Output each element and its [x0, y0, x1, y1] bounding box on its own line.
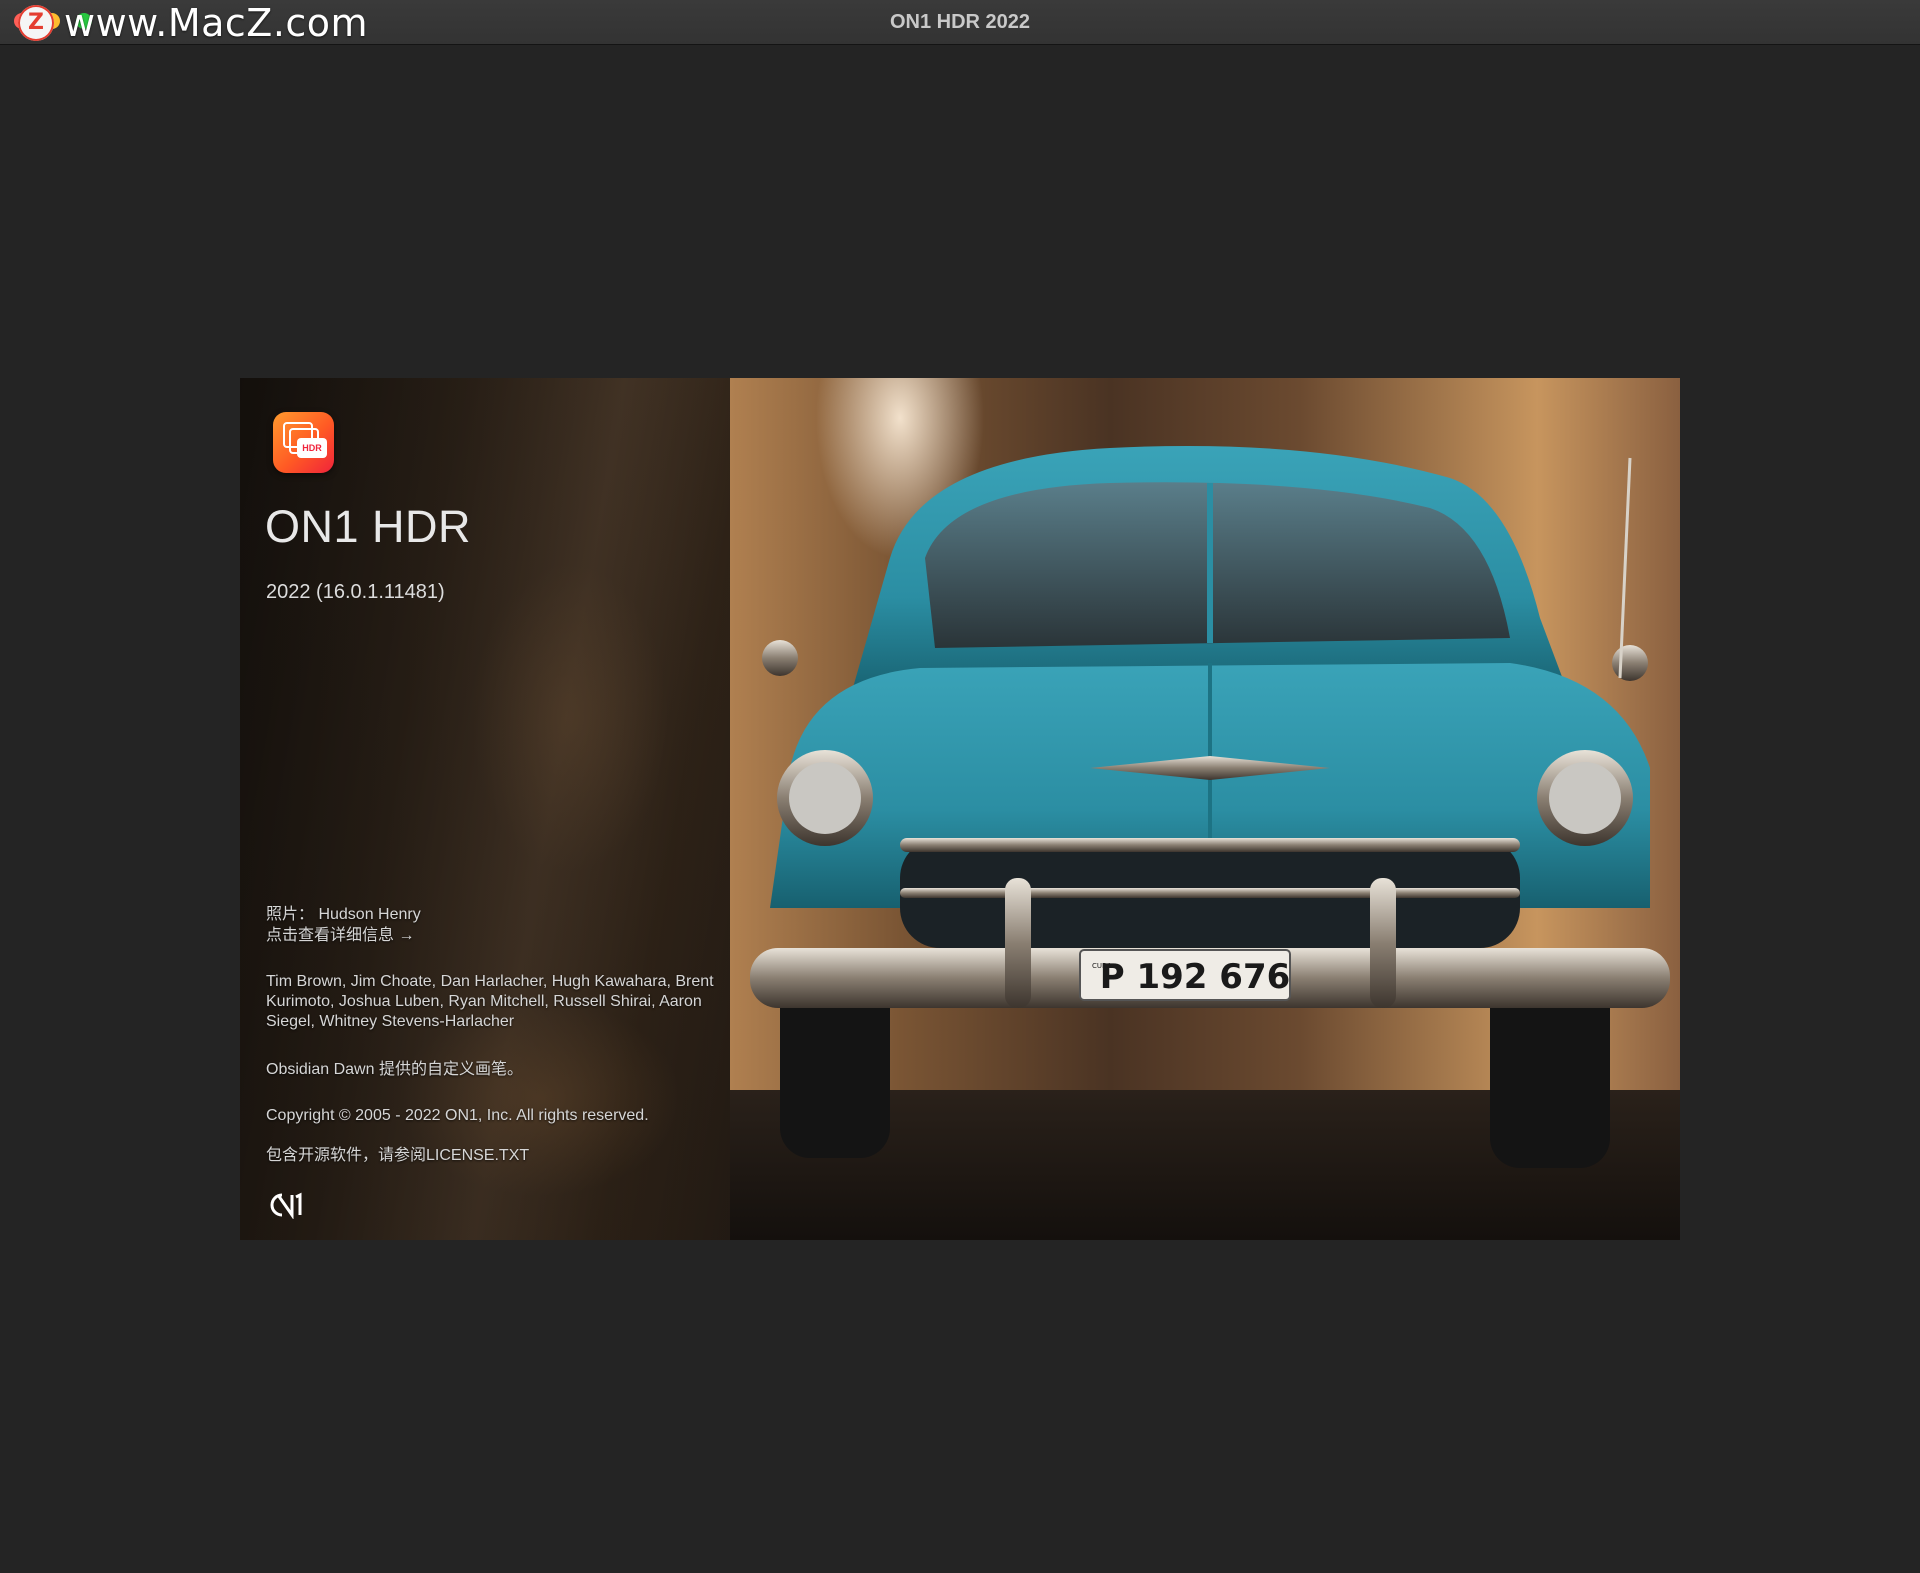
license-plate-text: P 192 676 [1100, 957, 1291, 997]
watermark-logo-letter: Z [28, 10, 44, 35]
watermark-logo-icon: Z [18, 5, 54, 41]
watermark: Z www.MacZ.com [18, 1, 369, 45]
splash-photo-car: P 192 676 CUBA [730, 378, 1680, 1240]
license-link[interactable]: 包含开源软件，请参阅LICENSE.TXT [266, 1146, 529, 1166]
on1-hdr-app-icon: HDR [273, 412, 334, 473]
classic-car-illustration: P 192 676 CUBA [750, 446, 1670, 1168]
on1-logo-icon [270, 1192, 302, 1219]
watermark-text: www.MacZ.com [64, 1, 369, 45]
copyright-notice: Copyright © 2005 - 2022 ON1, Inc. All ri… [266, 1107, 649, 1124]
title-bar: ON1 HDR 2022 Z www.MacZ.com [0, 0, 1920, 45]
photo-details-link[interactable]: 点击查看详细信息 → [266, 926, 414, 946]
app-window: ON1 HDR 2022 Z www.MacZ.com P 192 676 CU… [0, 0, 1920, 1573]
splash-info-panel: HDR ON1 HDR 2022 (16.0.1.11481) 照片： Huds… [240, 378, 730, 1240]
license-plate-country: CUBA [1092, 962, 1112, 970]
team-credits: Tim Brown, Jim Choate, Dan Harlacher, Hu… [266, 973, 714, 1030]
brushes-credit: Obsidian Dawn 提供的自定义画笔。 [266, 1061, 523, 1078]
app-version: 2022 (16.0.1.11481) [266, 581, 445, 603]
icon-hdr-badge: HDR [297, 438, 327, 458]
splash-screen[interactable]: P 192 676 CUBA HDR ON1 HDR 2022 (16.0.1.… [240, 378, 1680, 1240]
photo-credit: 照片： Hudson Henry [266, 906, 421, 923]
app-name: ON1 HDR [265, 501, 472, 552]
